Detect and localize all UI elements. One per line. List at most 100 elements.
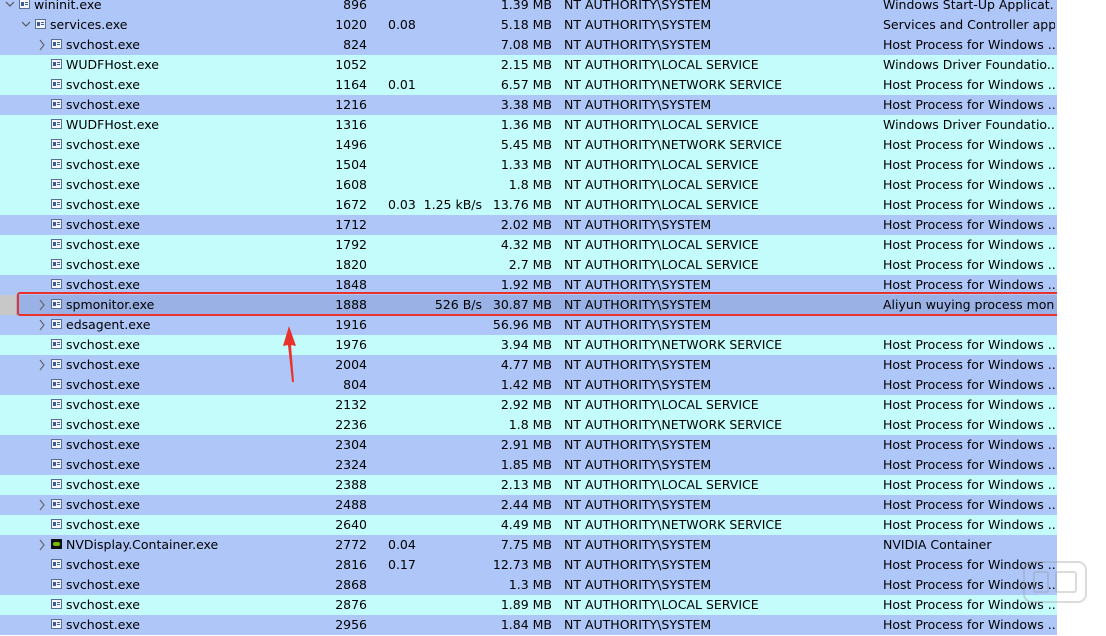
process-icon: [51, 459, 62, 469]
chevron-down-icon[interactable]: [4, 0, 16, 15]
process-pid: 804: [343, 377, 367, 392]
process-name: svchost.exe: [66, 497, 140, 512]
process-user: NT AUTHORITY\LOCAL SERVICE: [564, 57, 759, 72]
table-row[interactable]: svchost.exe 2488 2.44 MB NT AUTHORITY\SYSTE…: [0, 495, 1057, 515]
table-row[interactable]: edsagent.exe 1916 56.96 MB NT AUTHORITY\SYS…: [0, 315, 1057, 335]
table-row[interactable]: wininit.exe 896 1.39 MB NT AUTHORITY\SYSTEM…: [0, 0, 1057, 15]
right-blank-area: [1057, 0, 1106, 636]
process-pid: 1216: [335, 97, 367, 112]
table-row[interactable]: svchost.exe 1496 5.45 MB NT AUTHORITY\NETWO…: [0, 135, 1057, 155]
process-io: [420, 535, 482, 555]
process-icon: [51, 199, 62, 209]
process-name: services.exe: [50, 17, 128, 32]
table-row[interactable]: WUDFHost.exe 1052 2.15 MB NT AUTHORITY\LOCA…: [0, 55, 1057, 75]
table-row[interactable]: svchost.exe 2132 2.92 MB NT AUTHORITY\LOCAL…: [0, 395, 1057, 415]
table-row[interactable]: svchost.exe 1820 2.7 MB NT AUTHORITY\LOCAL …: [0, 255, 1057, 275]
table-row[interactable]: svchost.exe 2876 1.89 MB NT AUTHORITY\LOCAL…: [0, 595, 1057, 615]
process-io: [420, 215, 482, 235]
process-user: NT AUTHORITY\SYSTEM: [564, 537, 712, 552]
chevron-right-icon[interactable]: [36, 495, 48, 515]
process-description: Host Process for Windows ...: [883, 237, 1055, 252]
table-row[interactable]: WUDFHost.exe 1316 1.36 MB NT AUTHORITY\LOCA…: [0, 115, 1057, 135]
process-user: NT AUTHORITY\LOCAL SERVICE: [564, 257, 759, 272]
process-memory: 7.08 MB: [500, 37, 552, 52]
process-memory: 4.49 MB: [500, 517, 552, 532]
chevron-right-icon[interactable]: [36, 315, 48, 335]
process-icon: [51, 119, 62, 129]
process-user: NT AUTHORITY\SYSTEM: [564, 97, 712, 112]
process-memory: 2.02 MB: [500, 217, 552, 232]
process-pid: 2236: [335, 417, 367, 432]
process-user: NT AUTHORITY\SYSTEM: [564, 17, 712, 32]
process-icon: [51, 79, 62, 89]
table-row[interactable]: NVDisplay.Container.exe 2772 0.04 7.75 MB NT…: [0, 535, 1057, 555]
process-io: [420, 335, 482, 355]
process-description: Host Process for Windows ...: [883, 377, 1055, 392]
process-icon: [51, 499, 62, 509]
table-row[interactable]: svchost.exe 2004 4.77 MB NT AUTHORITY\SYSTE…: [0, 355, 1057, 375]
table-row[interactable]: svchost.exe 2304 2.91 MB NT AUTHORITY\SYSTE…: [0, 435, 1057, 455]
process-memory: 5.45 MB: [500, 137, 552, 152]
process-pid: 1020: [335, 17, 367, 32]
process-icon: [51, 419, 62, 429]
process-icon: [51, 579, 62, 589]
table-row[interactable]: svchost.exe 2236 1.8 MB NT AUTHORITY\NETWOR…: [0, 415, 1057, 435]
process-memory: 2.91 MB: [500, 437, 552, 452]
process-pid: 1496: [335, 137, 367, 152]
table-row[interactable]: svchost.exe 824 7.08 MB NT AUTHORITY\SYSTEM…: [0, 35, 1057, 55]
process-icon: [19, 0, 30, 9]
process-description: Services and Controller app: [883, 17, 1055, 32]
table-row[interactable]: svchost.exe 1504 1.33 MB NT AUTHORITY\LOCAL…: [0, 155, 1057, 175]
process-description: Host Process for Windows ...: [883, 77, 1055, 92]
process-user: NT AUTHORITY\LOCAL SERVICE: [564, 197, 759, 212]
table-row[interactable]: svchost.exe 1976 3.94 MB NT AUTHORITY\NETWO…: [0, 335, 1057, 355]
process-user: NT AUTHORITY\NETWORK SERVICE: [564, 77, 783, 92]
table-row[interactable]: svchost.exe 2388 2.13 MB NT AUTHORITY\LOCAL…: [0, 475, 1057, 495]
process-io: [420, 575, 482, 595]
process-user: NT AUTHORITY\LOCAL SERVICE: [564, 477, 759, 492]
process-icon: [51, 619, 62, 629]
table-row[interactable]: svchost.exe 2640 4.49 MB NT AUTHORITY\NETWO…: [0, 515, 1057, 535]
process-icon: [51, 159, 62, 169]
process-user: NT AUTHORITY\LOCAL SERVICE: [564, 177, 759, 192]
table-row[interactable]: svchost.exe 1792 4.32 MB NT AUTHORITY\LOCAL…: [0, 235, 1057, 255]
process-io: [420, 515, 482, 535]
process-description: Host Process for Windows ...: [883, 157, 1055, 172]
process-memory: 2.92 MB: [500, 397, 552, 412]
table-row[interactable]: svchost.exe 1608 1.8 MB NT AUTHORITY\LOCAL …: [0, 175, 1057, 195]
process-memory: 3.94 MB: [500, 337, 552, 352]
chevron-right-icon[interactable]: [36, 535, 48, 555]
table-row[interactable]: svchost.exe 2816 0.17 12.73 MB NT AUTHORITY\…: [0, 555, 1057, 575]
table-row[interactable]: services.exe 1020 0.08 5.18 MB NT AUTHORITY\…: [0, 15, 1057, 35]
process-io: [420, 315, 482, 335]
process-icon: [51, 479, 62, 489]
process-name: svchost.exe: [66, 377, 140, 392]
table-row[interactable]: svchost.exe 2324 1.85 MB NT AUTHORITY\SYSTE…: [0, 455, 1057, 475]
process-name: edsagent.exe: [66, 317, 151, 332]
table-row[interactable]: svchost.exe 1672 0.03 1.25 kB/s 13.76 MB NT A…: [0, 195, 1057, 215]
process-memory: 12.73 MB: [492, 557, 552, 572]
table-row[interactable]: svchost.exe 2868 1.3 MB NT AUTHORITY\SYSTEM…: [0, 575, 1057, 595]
process-name: NVDisplay.Container.exe: [66, 537, 219, 552]
table-row[interactable]: svchost.exe 1164 0.01 6.57 MB NT AUTHORITY\N…: [0, 75, 1057, 95]
chevron-right-icon[interactable]: [36, 35, 48, 55]
table-row[interactable]: svchost.exe 1216 3.38 MB NT AUTHORITY\SYSTE…: [0, 95, 1057, 115]
chevron-down-icon[interactable]: [20, 15, 32, 35]
process-memory: 4.32 MB: [500, 237, 552, 252]
process-icon: [51, 519, 62, 529]
process-io: [420, 255, 482, 275]
table-row[interactable]: svchost.exe 2956 1.84 MB NT AUTHORITY\SYSTE…: [0, 615, 1057, 635]
process-user: NT AUTHORITY\NETWORK SERVICE: [564, 137, 783, 152]
process-memory: 13.76 MB: [492, 197, 552, 212]
chevron-right-icon[interactable]: [36, 355, 48, 375]
table-row[interactable]: svchost.exe 1712 2.02 MB NT AUTHORITY\SYSTE…: [0, 215, 1057, 235]
process-memory: 1.89 MB: [500, 597, 552, 612]
process-user: NT AUTHORITY\SYSTEM: [564, 357, 712, 372]
process-io: [420, 155, 482, 175]
process-name: svchost.exe: [66, 37, 140, 52]
process-io: [420, 95, 482, 115]
process-name: WUDFHost.exe: [66, 57, 159, 72]
watermark-icon: [1023, 561, 1087, 603]
process-description: Host Process for Windows ...: [883, 517, 1055, 532]
table-row[interactable]: svchost.exe 804 1.42 MB NT AUTHORITY\SYSTEM…: [0, 375, 1057, 395]
